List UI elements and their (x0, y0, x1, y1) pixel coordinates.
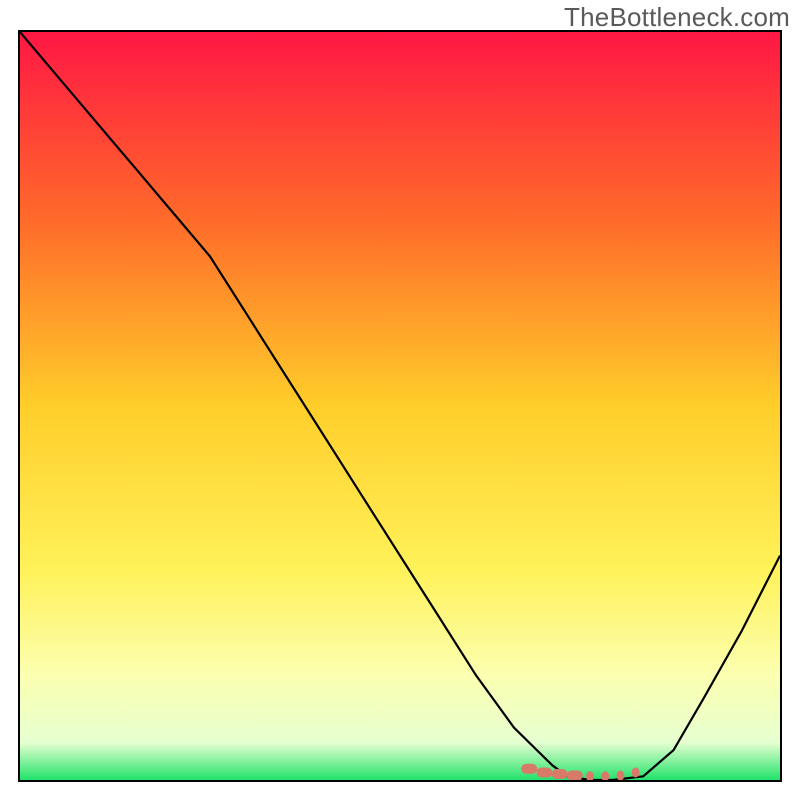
curve-layer (20, 32, 780, 780)
bottleneck-marker (521, 764, 639, 780)
bottleneck-curve (20, 32, 780, 780)
watermark-text: TheBottleneck.com (564, 2, 790, 33)
plot-area (18, 30, 782, 782)
chart-frame: TheBottleneck.com (0, 0, 800, 800)
